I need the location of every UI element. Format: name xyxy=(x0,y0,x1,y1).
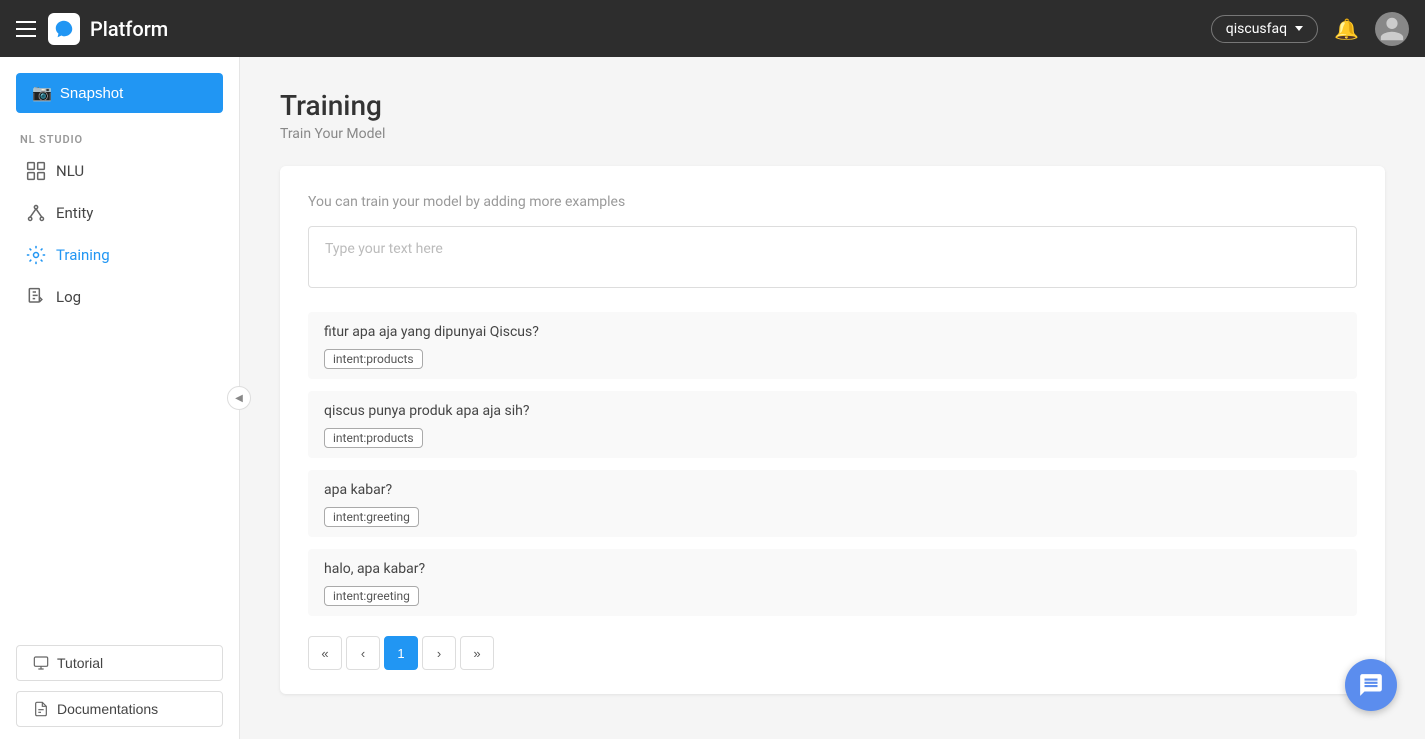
sidebar-item-log[interactable]: Log xyxy=(6,276,233,318)
example-text-3: apa kabar? xyxy=(324,482,1341,498)
docs-label: Documentations xyxy=(57,701,158,717)
username-label: qiscusfaq xyxy=(1226,21,1287,37)
pagination-first[interactable]: « xyxy=(308,636,342,670)
content-area: Training Train Your Model You can train … xyxy=(240,57,1425,739)
topnav-right: qiscusfaq 🔔 xyxy=(1211,12,1409,46)
sidebar-collapse-arrow[interactable]: ◀ xyxy=(227,386,251,410)
sidebar: 📷 Snapshot NL STUDIO NLU Entity xyxy=(0,57,240,739)
intent-badge-3[interactable]: intent:greeting xyxy=(324,507,419,527)
log-label: Log xyxy=(56,288,81,306)
pagination-prev[interactable]: ‹ xyxy=(346,636,380,670)
sidebar-bottom: Tutorial Documentations xyxy=(0,633,239,739)
example-text-1: fitur apa aja yang dipunyai Qiscus? xyxy=(324,324,1341,340)
main-layout: 📷 Snapshot NL STUDIO NLU Entity xyxy=(0,57,1425,739)
training-example-4: halo, apa kabar? intent:greeting xyxy=(308,549,1357,616)
pagination-next[interactable]: › xyxy=(422,636,456,670)
training-card: You can train your model by adding more … xyxy=(280,166,1385,694)
snapshot-label: Snapshot xyxy=(60,85,123,102)
snapshot-icon: 📷 xyxy=(32,83,52,103)
docs-button[interactable]: Documentations xyxy=(16,691,223,727)
page-title: Training xyxy=(280,89,1385,122)
training-example-2: qiscus punya produk apa aja sih? intent:… xyxy=(308,391,1357,458)
topnav-left: Platform xyxy=(16,13,168,45)
sidebar-section-label: NL STUDIO xyxy=(0,125,239,150)
top-navbar: Platform qiscusfaq 🔔 xyxy=(0,0,1425,57)
example-text-4: halo, apa kabar? xyxy=(324,561,1341,577)
intent-badge-4[interactable]: intent:greeting xyxy=(324,586,419,606)
intent-badge-1[interactable]: intent:products xyxy=(324,349,423,369)
chevron-down-icon xyxy=(1295,26,1303,31)
tutorial-button[interactable]: Tutorial xyxy=(16,645,223,681)
sidebar-item-nlu[interactable]: NLU xyxy=(6,150,233,192)
hamburger-menu[interactable] xyxy=(16,21,36,37)
intent-badge-2[interactable]: intent:products xyxy=(324,428,423,448)
chat-fab-button[interactable] xyxy=(1345,659,1397,711)
page-subtitle: Train Your Model xyxy=(280,126,1385,142)
tutorial-label: Tutorial xyxy=(57,655,103,671)
notification-bell-icon[interactable]: 🔔 xyxy=(1334,17,1359,41)
user-dropdown[interactable]: qiscusfaq xyxy=(1211,15,1318,43)
topnav-title: Platform xyxy=(90,17,168,41)
pagination-current[interactable]: 1 xyxy=(384,636,418,670)
pagination: « ‹ 1 › » xyxy=(308,636,1357,670)
nlu-label: NLU xyxy=(56,162,84,180)
snapshot-button[interactable]: 📷 Snapshot xyxy=(16,73,223,113)
example-text-2: qiscus punya produk apa aja sih? xyxy=(324,403,1341,419)
hint-text: You can train your model by adding more … xyxy=(308,194,1357,210)
training-example-3: apa kabar? intent:greeting xyxy=(308,470,1357,537)
sidebar-item-training[interactable]: Training xyxy=(6,234,233,276)
logo-box xyxy=(48,13,80,45)
entity-label: Entity xyxy=(56,204,93,222)
logo-container: Platform xyxy=(48,13,168,45)
user-avatar[interactable] xyxy=(1375,12,1409,46)
text-input[interactable] xyxy=(308,226,1357,288)
training-example-1: fitur apa aja yang dipunyai Qiscus? inte… xyxy=(308,312,1357,379)
sidebar-item-entity[interactable]: Entity xyxy=(6,192,233,234)
pagination-last[interactable]: » xyxy=(460,636,494,670)
training-label: Training xyxy=(56,246,110,264)
